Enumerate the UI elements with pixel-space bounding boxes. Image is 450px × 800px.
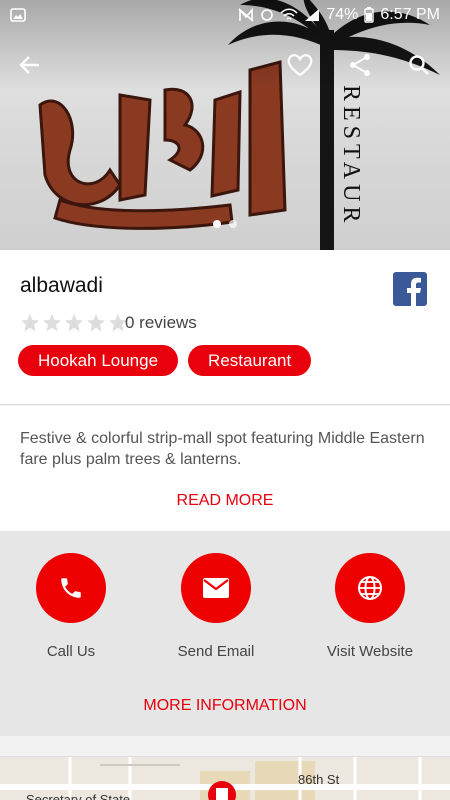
star-icon — [21, 314, 39, 332]
call-us-label: Call Us — [46, 643, 96, 660]
heart-icon — [287, 54, 313, 77]
facebook-icon — [393, 272, 427, 306]
call-us-button[interactable]: Call Us — [1, 553, 141, 660]
call-circle[interactable] — [36, 553, 106, 623]
tag-hookah-lounge[interactable]: Hookah Lounge — [18, 345, 179, 376]
reviews-count[interactable]: 0 reviews — [125, 313, 197, 333]
search-button[interactable] — [402, 48, 436, 82]
visit-website-label: Visit Website — [326, 643, 414, 660]
clock: 6:57 PM — [380, 6, 440, 23]
description-section: Festive & colorful strip-mall spot featu… — [0, 406, 450, 531]
visit-website-button[interactable]: Visit Website — [300, 553, 440, 660]
mute-icon — [238, 8, 254, 22]
carousel-dot[interactable] — [229, 220, 237, 228]
more-information-button[interactable]: MORE INFORMATION — [0, 697, 450, 715]
rating-stars[interactable] — [20, 313, 128, 333]
contact-actions: Call Us Send Email Visit Website MORE IN… — [0, 531, 450, 736]
map-place-label: Secretary of State — [26, 792, 131, 800]
gallery-notification-icon — [10, 8, 26, 22]
phone-icon — [61, 578, 81, 598]
star-icon — [65, 314, 83, 332]
battery-icon — [364, 7, 375, 23]
send-email-label: Send Email — [177, 643, 255, 660]
send-email-button[interactable]: Send Email — [146, 553, 286, 660]
carousel-indicator — [0, 220, 450, 228]
globe-icon — [358, 576, 382, 600]
battery-percent: 74% — [326, 6, 359, 23]
share-button[interactable] — [343, 48, 377, 82]
wifi-icon — [280, 8, 298, 20]
category-tags: Hookah Lounge Restaurant — [18, 345, 312, 376]
description-text: Festive & colorful strip-mall spot featu… — [20, 430, 425, 468]
read-more-button[interactable]: READ MORE — [0, 492, 450, 510]
share-icon — [350, 54, 370, 76]
search-icon — [409, 55, 429, 75]
carousel-dot[interactable] — [213, 220, 221, 228]
arrow-left-icon — [19, 56, 39, 74]
star-icon — [43, 314, 61, 332]
hero-image[interactable]: RESTAUR — [0, 0, 450, 250]
business-name: albawadi — [20, 274, 103, 297]
business-info-card: albawadi 0 reviews Hookah Lounge Restaur… — [0, 250, 450, 405]
map-preview[interactable]: 86th St Secretary of State — [0, 756, 450, 800]
star-icon — [87, 314, 105, 332]
mail-icon — [203, 578, 229, 598]
facebook-button[interactable] — [393, 272, 427, 311]
alarm-icon — [261, 9, 274, 21]
tag-restaurant[interactable]: Restaurant — [188, 345, 312, 376]
website-circle[interactable] — [335, 553, 405, 623]
email-circle[interactable] — [181, 553, 251, 623]
map-street-label: 86th St — [298, 772, 340, 787]
signal-icon — [305, 9, 320, 21]
back-button[interactable] — [13, 48, 47, 82]
favorite-button[interactable] — [283, 48, 317, 82]
status-bar: 74% 6:57 PM — [0, 0, 450, 30]
